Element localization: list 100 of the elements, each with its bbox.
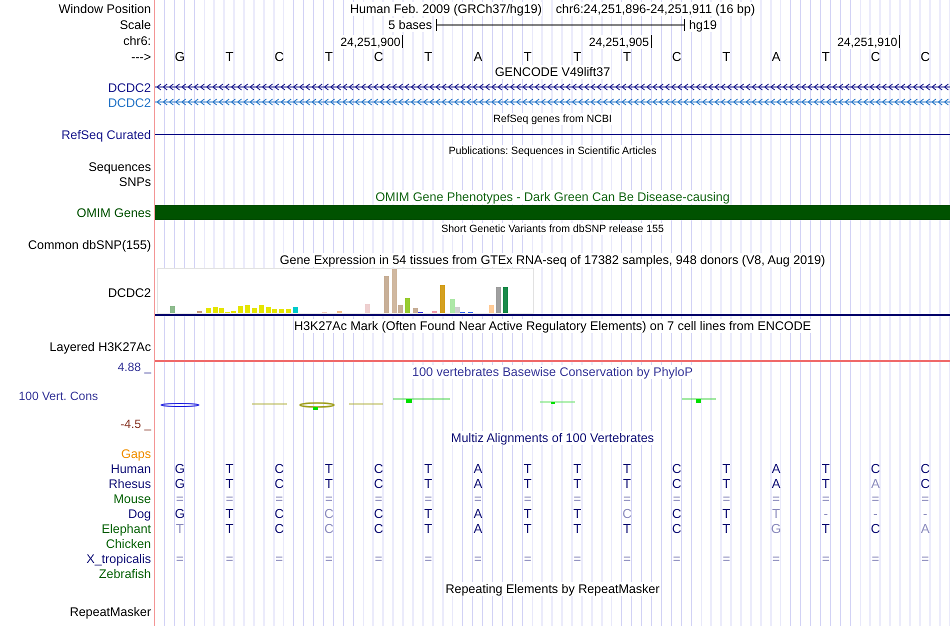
base-letter: C bbox=[672, 50, 682, 64]
base-letter: = bbox=[275, 492, 284, 506]
base-letter: T bbox=[722, 462, 730, 476]
base-letter: G bbox=[174, 50, 185, 64]
base-letter: = bbox=[424, 492, 432, 506]
base-letter: = bbox=[623, 552, 631, 566]
base-letter: = bbox=[672, 492, 681, 506]
track-label: Common dbSNP(155) bbox=[28, 238, 151, 252]
track-title: RefSeq genes from NCBI bbox=[493, 112, 612, 124]
track-label: DCDC2 bbox=[108, 80, 151, 94]
base-letter: T bbox=[524, 506, 532, 520]
base-letter: C bbox=[374, 462, 384, 476]
base-letter: C bbox=[274, 50, 284, 64]
track-title: Repeating Elements by RepeatMasker bbox=[445, 582, 660, 596]
base-letter: C bbox=[274, 506, 284, 520]
base-letter: T bbox=[324, 462, 333, 476]
base-letter: C bbox=[920, 50, 930, 64]
track-title: GENCODE V49lift37 bbox=[494, 65, 610, 79]
base-letter: = bbox=[574, 552, 582, 566]
row-label: Scale bbox=[120, 18, 151, 32]
base-letter: C bbox=[870, 462, 880, 476]
track-label: Elephant bbox=[102, 522, 151, 536]
base-letter: T bbox=[424, 506, 432, 520]
track-label: RefSeq Curated bbox=[61, 128, 151, 142]
base-letter: = bbox=[275, 552, 284, 566]
base-letter: = bbox=[722, 552, 730, 566]
base-letter: G bbox=[174, 462, 185, 476]
track-label: RepeatMasker bbox=[70, 604, 151, 618]
base-letter: C bbox=[870, 522, 880, 536]
track-label: X_tropicalis bbox=[86, 552, 151, 566]
base-letter: - bbox=[873, 506, 878, 520]
track-label: Rhesus bbox=[108, 476, 151, 490]
base-letter: C bbox=[274, 476, 284, 490]
base-letter: T bbox=[524, 462, 532, 476]
base-letter: = bbox=[722, 492, 730, 506]
row-label: chr6: bbox=[123, 34, 151, 48]
base-letter: C bbox=[870, 50, 880, 64]
track-title: Short Genetic Variants from dbSNP release 155 bbox=[441, 222, 664, 234]
base-letter: A bbox=[871, 476, 880, 490]
base-letter: = bbox=[325, 552, 333, 566]
base-letter: = bbox=[822, 492, 830, 506]
base-letter: C bbox=[920, 476, 930, 490]
base-letter: = bbox=[822, 552, 830, 566]
coordinate-label: 24,251,905 bbox=[588, 35, 649, 49]
assembly-text: Human Feb. 2009 (GRCh37/hg19) bbox=[350, 2, 542, 16]
base-letter: A bbox=[772, 50, 780, 64]
ruler-tick bbox=[402, 35, 404, 48]
base-letter: G bbox=[174, 506, 185, 520]
ruler-tick bbox=[899, 35, 900, 48]
track-label: Sequences bbox=[88, 160, 151, 174]
base-letter: T bbox=[226, 506, 234, 520]
base-letter: C bbox=[672, 522, 682, 536]
axis-min-label: -4.5 _ bbox=[120, 417, 151, 431]
base-letter: T bbox=[623, 462, 631, 476]
scale-text: 5 bases bbox=[388, 18, 432, 32]
base-letter: = bbox=[226, 492, 234, 506]
base-letter: T bbox=[424, 476, 432, 490]
track-label: Chicken bbox=[106, 536, 151, 550]
track-title: Gene Expression in 54 tissues from GTEx RNA-seq of 17382 samples, 948 donors (V8, Aug 2019) bbox=[280, 253, 826, 267]
base-letter: C bbox=[324, 506, 334, 520]
base-letter: T bbox=[722, 50, 730, 64]
base-letter: - bbox=[824, 506, 828, 520]
track-label: 100 Vert. Cons bbox=[18, 388, 99, 402]
base-letter: T bbox=[623, 50, 631, 64]
base-letter: A bbox=[474, 50, 482, 64]
base-letter: = bbox=[872, 492, 880, 506]
base-letter: = bbox=[474, 492, 482, 506]
base-letter: = bbox=[623, 492, 631, 506]
base-letter: T bbox=[573, 506, 582, 520]
base-letter: T bbox=[324, 476, 333, 490]
base-letter: C bbox=[274, 462, 284, 476]
base-letter: = bbox=[921, 492, 929, 506]
base-letter: T bbox=[424, 462, 432, 476]
base-letter: = bbox=[374, 492, 382, 506]
base-letter: C bbox=[274, 522, 284, 536]
base-letter: = bbox=[325, 492, 333, 506]
coordinate-label: 24,251,910 bbox=[837, 35, 898, 49]
axis-max-label: 4.88 _ bbox=[118, 360, 151, 374]
base-letter: T bbox=[573, 522, 582, 536]
base-letter: T bbox=[822, 476, 830, 490]
track-title: 100 vertebrates Basewise Conservation by PhyloP bbox=[412, 365, 693, 379]
track-title: Publications: Sequences in Scientific Articles bbox=[448, 144, 656, 156]
base-letter: A bbox=[772, 462, 780, 476]
base-letter: A bbox=[474, 522, 482, 536]
base-letter: = bbox=[872, 552, 880, 566]
base-letter: T bbox=[226, 50, 234, 64]
base-letter: T bbox=[524, 476, 532, 490]
base-letter: C bbox=[672, 506, 682, 520]
track-label: Zebrafish bbox=[98, 566, 151, 580]
base-letter: C bbox=[672, 476, 682, 490]
base-letter: C bbox=[374, 522, 384, 536]
track-title: Multiz Alignments of 100 Vertebrates bbox=[451, 431, 654, 445]
base-letter: T bbox=[623, 476, 631, 490]
position-text: chr6:24,251,896-24,251,911 (16 bp) bbox=[556, 2, 755, 16]
base-letter: A bbox=[474, 476, 482, 490]
base-letter: = bbox=[672, 552, 681, 566]
base-letter: T bbox=[226, 462, 234, 476]
base-letter: T bbox=[722, 506, 730, 520]
base-letter: = bbox=[176, 552, 184, 566]
base-letter: C bbox=[374, 476, 384, 490]
